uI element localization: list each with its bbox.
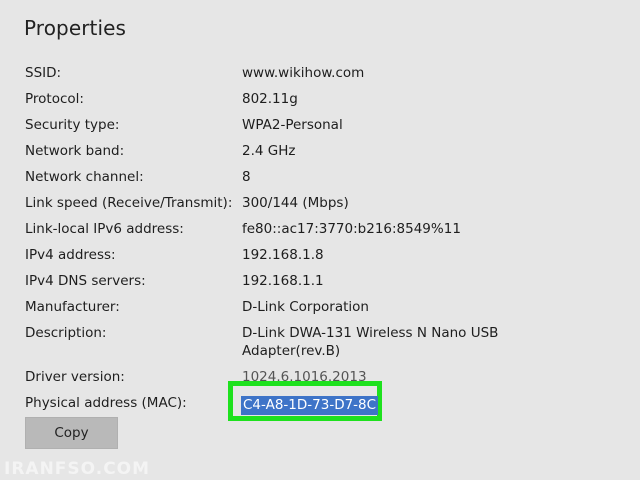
property-value[interactable]: www.wikihow.com — [242, 64, 625, 82]
property-value[interactable]: D-Link DWA-131 Wireless N Nano USB Adapt… — [242, 324, 502, 360]
property-value[interactable]: D-Link Corporation — [242, 298, 625, 316]
property-value[interactable]: 192.168.1.8 — [242, 246, 625, 264]
property-row-network-band: Network band: 2.4 GHz — [25, 142, 625, 160]
property-row-link-speed: Link speed (Receive/Transmit): 300/144 (… — [25, 194, 625, 212]
property-row-manufacturer: Manufacturer: D-Link Corporation — [25, 298, 625, 316]
mac-highlight-box: C4-A8-1D-73-D7-8C — [228, 381, 382, 421]
property-label: Security type: — [25, 117, 120, 133]
property-label: Manufacturer: — [25, 299, 120, 315]
property-value[interactable]: 2.4 GHz — [242, 142, 625, 160]
property-row-description: Description: D-Link DWA-131 Wireless N N… — [25, 324, 625, 360]
properties-page: Properties SSID: www.wikihow.com Protoco… — [0, 0, 640, 480]
property-label: IPv4 address: — [25, 247, 116, 263]
property-value[interactable]: 802.11g — [242, 90, 625, 108]
property-row-ipv4-dns: IPv4 DNS servers: 192.168.1.1 — [25, 272, 625, 290]
watermark-logo: IRANFSO.COM — [4, 459, 151, 479]
property-row-security-type: Security type: WPA2-Personal — [25, 116, 625, 134]
property-value[interactable]: 8 — [242, 168, 625, 186]
property-row-network-channel: Network channel: 8 — [25, 168, 625, 186]
property-label: Network band: — [25, 143, 125, 159]
property-value[interactable]: fe80::ac17:3770:b216:8549%11 — [242, 220, 625, 238]
properties-list: SSID: www.wikihow.com Protocol: 802.11g … — [25, 64, 625, 394]
property-label: Description: — [25, 325, 107, 341]
mac-address-value[interactable]: C4-A8-1D-73-D7-8C — [241, 396, 379, 415]
property-label: IPv4 DNS servers: — [25, 273, 146, 289]
property-label: Link-local IPv6 address: — [25, 221, 184, 237]
property-label: Driver version: — [25, 369, 125, 385]
property-value[interactable]: WPA2-Personal — [242, 116, 625, 134]
property-row-ipv4-address: IPv4 address: 192.168.1.8 — [25, 246, 625, 264]
mac-address-label: Physical address (MAC): — [25, 395, 187, 411]
page-title: Properties — [24, 16, 127, 40]
property-label: SSID: — [25, 65, 62, 81]
copy-button[interactable]: Copy — [25, 417, 118, 449]
property-row-ssid: SSID: www.wikihow.com — [25, 64, 625, 82]
property-label: Link speed (Receive/Transmit): — [25, 195, 233, 211]
property-row-protocol: Protocol: 802.11g — [25, 90, 625, 108]
property-label: Network channel: — [25, 169, 144, 185]
property-label: Protocol: — [25, 91, 84, 107]
property-value[interactable]: 300/144 (Mbps) — [242, 194, 625, 212]
property-value[interactable]: 192.168.1.1 — [242, 272, 625, 290]
property-row-ipv6-address: Link-local IPv6 address: fe80::ac17:3770… — [25, 220, 625, 238]
